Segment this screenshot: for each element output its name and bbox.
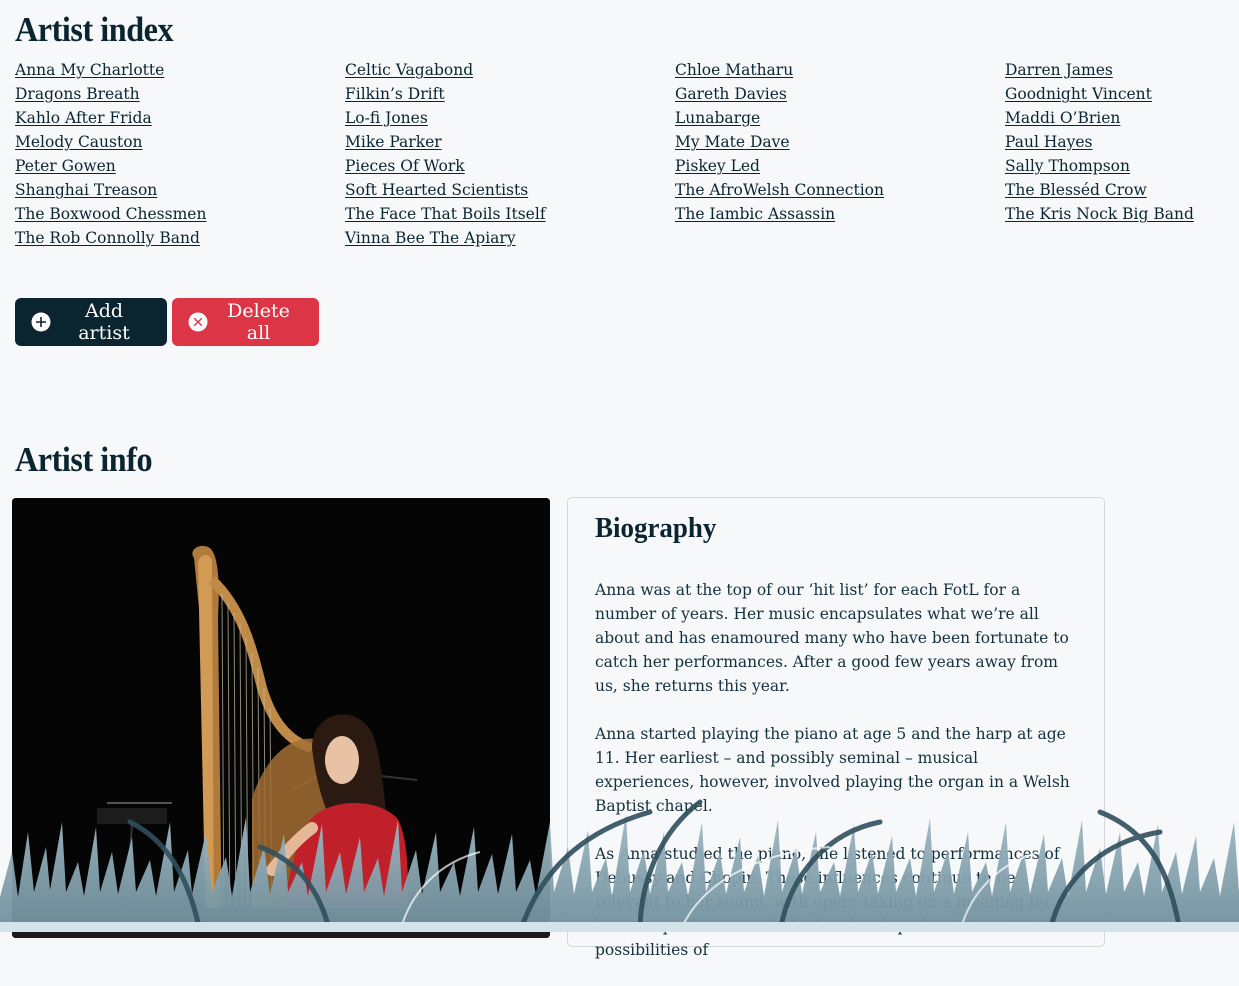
page: Artist index Anna My Charlotte Celtic Vag… xyxy=(0,0,1239,959)
artist-link[interactable]: Anna My Charlotte xyxy=(15,58,345,82)
artist-link[interactable]: Lo-fi Jones xyxy=(345,106,675,130)
artist-link[interactable]: Filkin’s Drift xyxy=(345,82,675,106)
biography-card: Biography Anna was at the top of our ‘hi… xyxy=(567,497,1105,959)
bio-paragraph: Anna was at the top of our ‘hit list’ fo… xyxy=(595,581,1069,695)
add-artist-button[interactable]: Add artist xyxy=(15,298,167,346)
artist-link[interactable]: The Blesséd Crow xyxy=(1005,178,1225,202)
artist-link[interactable]: Piskey Led xyxy=(675,154,1005,178)
artist-link[interactable]: Celtic Vagabond xyxy=(345,58,675,82)
bio-paragraph: Anna started playing the piano at age 5 … xyxy=(595,725,1070,815)
biography-text: Anna was at the top of our ‘hit list’ fo… xyxy=(595,578,1080,986)
artist-link[interactable]: Kahlo After Frida xyxy=(15,106,345,130)
harpist-photo-illustration xyxy=(12,498,550,938)
artist-index-list: Anna My Charlotte Celtic Vagabond Chloe Ma… xyxy=(15,58,1225,250)
artist-link[interactable]: The Boxwood Chessmen xyxy=(15,202,345,226)
artist-link[interactable]: Goodnight Vincent xyxy=(1005,82,1225,106)
artist-link[interactable]: Darren James xyxy=(1005,58,1225,82)
artist-link[interactable]: Peter Gowen xyxy=(15,154,345,178)
bio-paragraph: As Anna studied the piano, she listened … xyxy=(595,845,1067,959)
artist-link[interactable]: Melody Causton xyxy=(15,130,345,154)
artist-link[interactable]: The Face That Boils Itself xyxy=(345,202,675,226)
delete-all-button[interactable]: Delete all xyxy=(172,298,319,346)
artist-link[interactable]: Pieces Of Work xyxy=(345,154,675,178)
x-circle-icon xyxy=(188,312,208,332)
plus-circle-icon xyxy=(31,312,51,332)
artist-link[interactable]: My Mate Dave xyxy=(675,130,1005,154)
artist-link[interactable]: The AfroWelsh Connection xyxy=(675,178,1005,202)
artist-photo xyxy=(12,498,550,938)
artist-link[interactable]: Lunabarge xyxy=(675,106,1005,130)
artist-link[interactable]: The Rob Connolly Band xyxy=(15,226,345,250)
artist-link[interactable]: Shanghai Treason xyxy=(15,178,345,202)
artist-link[interactable]: Maddi O’Brien xyxy=(1005,106,1225,130)
artist-link[interactable]: Soft Hearted Scientists xyxy=(345,178,675,202)
artist-info-heading: Artist info xyxy=(15,440,153,479)
artist-link[interactable]: Chloe Matharu xyxy=(675,58,1005,82)
delete-all-label: Delete all xyxy=(227,300,290,344)
artist-link[interactable]: Sally Thompson xyxy=(1005,154,1225,178)
artist-link[interactable]: The Iambic Assassin xyxy=(675,202,1005,226)
biography-heading: Biography xyxy=(595,512,717,544)
artist-link[interactable]: Paul Hayes xyxy=(1005,130,1225,154)
artist-index-heading: Artist index xyxy=(15,10,174,49)
artist-link[interactable]: Gareth Davies xyxy=(675,82,1005,106)
artist-link[interactable]: Vinna Bee The Apiary xyxy=(345,226,675,250)
artist-link[interactable]: Dragons Breath xyxy=(15,82,345,106)
artist-link[interactable]: The Kris Nock Big Band xyxy=(1005,202,1225,226)
artist-link[interactable]: Mike Parker xyxy=(345,130,675,154)
add-artist-label: Add artist xyxy=(78,300,130,344)
